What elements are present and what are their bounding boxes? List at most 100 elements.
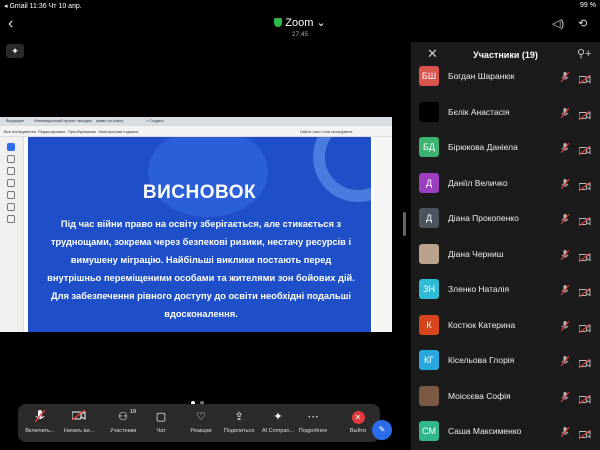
- participant-row[interactable]: Д Даніїл Величко: [411, 164, 600, 200]
- video-off-icon[interactable]: [578, 320, 591, 333]
- shared-screen: Входящие Инновационный проект: вкладка п…: [0, 117, 392, 332]
- shape-icon: [7, 191, 15, 199]
- speaker-icon[interactable]: ◁): [552, 17, 564, 30]
- ai-sparkle-icon: ✦: [273, 411, 283, 423]
- meeting-title[interactable]: Zoom ⌄: [0, 16, 600, 29]
- participant-name: Зленко Наталія: [448, 284, 510, 294]
- avatar: [419, 243, 439, 264]
- video-off-icon[interactable]: [578, 71, 591, 85]
- video-off-icon[interactable]: [578, 107, 591, 120]
- video-off-icon[interactable]: [578, 391, 591, 404]
- heart-icon: ♡: [196, 411, 206, 423]
- mic-off-icon[interactable]: [560, 390, 570, 402]
- participants-icon: ⚇: [118, 411, 128, 423]
- start-video-button[interactable]: Начать ви...: [60, 404, 98, 442]
- video-off-icon[interactable]: [578, 178, 591, 191]
- browser-tab: Входящие: [6, 119, 25, 123]
- status-bar: ◂ Gmail 11:36 Чт 10 апр. 99 %: [0, 0, 600, 12]
- participants-panel: ✕ Участники (19) ⚲+ БШ Богдан Шаранюк Бєлі…: [411, 42, 600, 450]
- pdf-ribbon: Все инструменты Редактировать Преобразов…: [0, 126, 392, 137]
- participant-name: Діана Черниш: [448, 248, 504, 259]
- participant-row[interactable]: Бєлік Анастасія: [411, 93, 600, 129]
- mic-off-icon[interactable]: [560, 248, 570, 260]
- participant-name: Бєлік Анастасія: [448, 106, 510, 117]
- browser-tab: Инновационный проект: вкладка: [34, 119, 92, 123]
- participant-name: Діана Прокопенко: [448, 213, 519, 223]
- browser-tab: право на освіту: [96, 119, 124, 123]
- ribbon-search: Найти текст или инструмент: [300, 129, 353, 134]
- leave-icon: ✕: [340, 410, 376, 424]
- mic-off-icon[interactable]: [560, 354, 570, 367]
- status-left: ◂ Gmail 11:36 Чт 10 апр.: [4, 3, 82, 10]
- participant-name: Бірюкова Даніела: [448, 142, 518, 152]
- panel-resize-handle[interactable]: [403, 212, 406, 236]
- participant-name: Даніїл Величко: [448, 177, 508, 188]
- participants-button[interactable]: ⚇ 19 Участники: [104, 404, 142, 442]
- video-off-icon[interactable]: [578, 284, 591, 298]
- participant-name: Костюк Катерина: [448, 319, 516, 330]
- chat-bubble-icon[interactable]: ✎: [372, 420, 392, 440]
- ribbon-item: Редактировать: [38, 129, 66, 134]
- battery-level: 99 %: [580, 2, 596, 9]
- pdf-toolbar: [0, 137, 24, 332]
- video-off-icon: [60, 409, 98, 424]
- avatar: КГ: [419, 350, 439, 370]
- avatar: СМ: [419, 421, 439, 441]
- presentation-slide: ВИСНОВОК Під час війни право на освіту з…: [28, 137, 371, 332]
- participant-row[interactable]: Моісєєва Софія: [411, 377, 600, 413]
- mic-off-icon[interactable]: [560, 141, 570, 154]
- ai-companion-button[interactable]: ✦ AI Compan...: [258, 404, 298, 442]
- meeting-timer: 27:45: [291, 31, 309, 38]
- mic-off-icon: [20, 409, 60, 424]
- participant-row[interactable]: К Костюк Катерина: [411, 306, 600, 342]
- unmute-button[interactable]: Включить...: [20, 404, 60, 442]
- participant-name: Богдан Шаранюк: [448, 71, 515, 81]
- mic-off-icon[interactable]: [560, 106, 570, 118]
- avatar: БШ: [419, 66, 439, 86]
- meeting-toolbar: Включить... Начать ви... ⚇ 19 Участники …: [18, 404, 380, 442]
- reactions-button[interactable]: ♡ Реакции: [182, 404, 220, 442]
- video-off-icon[interactable]: [578, 355, 591, 369]
- participant-name: Саша Максименко: [448, 426, 522, 436]
- browser-tabs: Входящие Инновационный проект: вкладка п…: [0, 117, 392, 126]
- participant-row[interactable]: Д Діана Прокопенко: [411, 199, 600, 235]
- share-button[interactable]: ⇪ Поделиться: [220, 404, 258, 442]
- ribbon-item: Преобразовать: [68, 129, 97, 134]
- participant-row[interactable]: Діана Черниш: [411, 235, 600, 271]
- mic-off-icon[interactable]: [560, 177, 570, 189]
- participant-name: Моісєєва Софія: [448, 390, 511, 401]
- video-off-icon[interactable]: [578, 213, 591, 227]
- mic-off-icon[interactable]: [560, 70, 570, 83]
- more-icon: ⋯: [307, 411, 319, 423]
- participant-row[interactable]: КГ Кісельова Глорія: [411, 341, 600, 377]
- ai-sparkle-icon[interactable]: ✦: [6, 44, 24, 58]
- participant-row[interactable]: ЗН Зленко Наталія: [411, 270, 600, 306]
- mic-off-icon[interactable]: [560, 212, 570, 225]
- avatar: БД: [419, 137, 439, 157]
- slide-heading: ВИСНОВОК: [142, 182, 257, 203]
- pen-icon: [7, 167, 15, 175]
- participant-row[interactable]: СМ Саша Максименко: [411, 412, 600, 448]
- avatar: [419, 385, 439, 406]
- participant-row[interactable]: БД Бірюкова Даніела: [411, 128, 600, 164]
- avatar: ЗН: [419, 279, 439, 299]
- video-off-icon[interactable]: [578, 249, 591, 262]
- avatar: К: [419, 314, 439, 335]
- ribbon-item: Электронная подпись: [98, 129, 139, 134]
- avatar: Д: [419, 208, 439, 228]
- participant-name: Кісельова Глорія: [448, 355, 515, 365]
- leave-button[interactable]: ✕ Выйти: [340, 404, 376, 442]
- video-off-icon[interactable]: [578, 426, 591, 440]
- camera-switch-icon[interactable]: ⟲: [578, 17, 587, 30]
- mic-off-icon[interactable]: [560, 319, 570, 331]
- more-button[interactable]: ⋯ Подробнее: [294, 404, 332, 442]
- slide-body: Під час війни право на освіту зберігаєть…: [47, 219, 355, 319]
- participant-row[interactable]: БШ Богдан Шаранюк: [411, 57, 600, 93]
- chat-button[interactable]: ▢ Чат: [144, 404, 178, 442]
- video-off-icon[interactable]: [578, 142, 591, 156]
- chat-icon: ▢: [155, 411, 167, 423]
- mic-off-icon[interactable]: [560, 425, 570, 438]
- participants-count: 19: [130, 409, 137, 415]
- mic-off-icon[interactable]: [560, 283, 570, 296]
- pdf-right-toolbar: [374, 137, 392, 332]
